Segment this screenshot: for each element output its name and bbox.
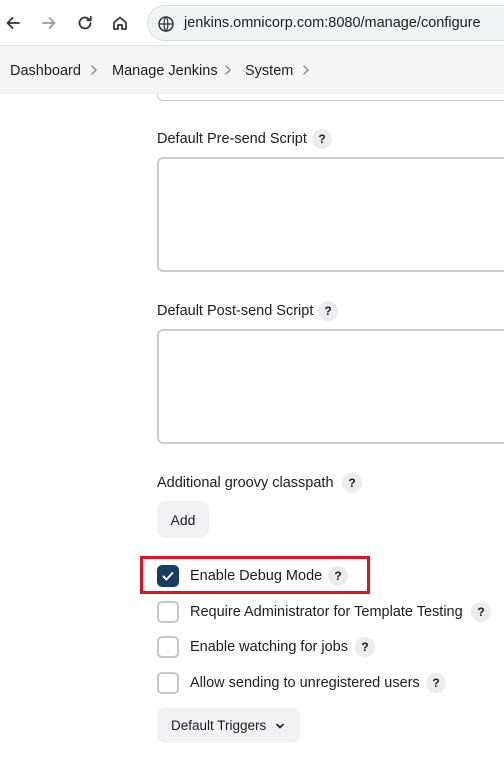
help-icon[interactable]: ? <box>342 473 362 493</box>
help-icon[interactable]: ? <box>426 673 446 693</box>
help-icon[interactable]: ? <box>312 129 332 149</box>
previous-field-input[interactable] <box>157 94 504 101</box>
browser-toolbar: jenkins.omnicorp.com:8080/manage/configu… <box>0 0 504 46</box>
pre-send-script-textarea[interactable] <box>157 157 504 272</box>
groovy-classpath-label: Additional groovy classpath <box>157 475 334 491</box>
default-triggers-label: Default Triggers <box>171 718 267 733</box>
breadcrumb-manage-jenkins[interactable]: Manage Jenkins <box>112 63 218 79</box>
reload-icon[interactable] <box>73 11 97 35</box>
breadcrumb-system[interactable]: System <box>245 63 293 79</box>
url-text[interactable]: jenkins.omnicorp.com:8080/manage/configu… <box>184 15 481 31</box>
allow-unregistered-users-checkbox[interactable] <box>157 672 179 694</box>
pre-send-script-label: Default Pre-send Script <box>157 131 307 147</box>
chevron-right-icon <box>225 65 231 75</box>
chevron-right-icon <box>91 65 97 75</box>
breadcrumb: Dashboard Manage Jenkins System <box>0 46 504 94</box>
site-info-icon[interactable] <box>157 15 175 33</box>
breadcrumb-dashboard[interactable]: Dashboard <box>10 63 81 79</box>
default-triggers-button[interactable]: Default Triggers <box>157 708 300 743</box>
chevron-down-icon <box>276 723 285 728</box>
home-icon[interactable] <box>108 11 132 35</box>
enable-watching-jobs-checkbox[interactable] <box>157 636 179 658</box>
enable-watching-jobs-label[interactable]: Enable watching for jobs <box>190 639 348 655</box>
require-admin-template-testing-checkbox[interactable] <box>157 601 179 623</box>
help-icon[interactable]: ? <box>471 602 491 622</box>
allow-unregistered-users-label[interactable]: Allow sending to unregistered users <box>190 675 420 691</box>
require-admin-template-testing-label[interactable]: Require Administrator for Template Testi… <box>190 604 463 620</box>
back-icon[interactable] <box>1 11 25 35</box>
forward-icon[interactable] <box>37 11 61 35</box>
post-send-script-label: Default Post-send Script <box>157 303 314 319</box>
add-classpath-button[interactable]: Add <box>157 501 209 538</box>
help-icon[interactable]: ? <box>318 301 338 321</box>
help-icon[interactable]: ? <box>355 637 375 657</box>
debug-mode-highlight <box>140 556 370 594</box>
post-send-script-textarea[interactable] <box>157 329 504 444</box>
chevron-right-icon[interactable] <box>300 63 312 77</box>
address-bar[interactable]: jenkins.omnicorp.com:8080/manage/configu… <box>147 5 504 41</box>
